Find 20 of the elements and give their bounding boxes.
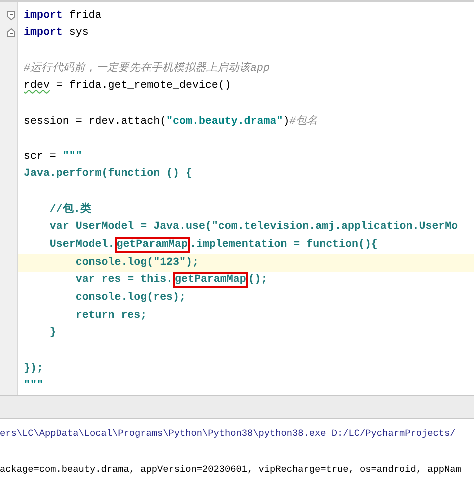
- code-line: //包.类: [48, 202, 92, 218]
- fold-icon[interactable]: [7, 10, 16, 21]
- code-line: UserModel. getParamMap .implementation = function(){: [48, 236, 379, 254]
- code-line: var UserModel = Java.use("com.television.amj.application.UserMo: [48, 220, 460, 236]
- code-line: import sys: [23, 26, 90, 42]
- code-line: console.log(res);: [74, 290, 187, 306]
- console-line: ers\LC\AppData\Local\Programs\Python\Python38\python38.exe D:/LC/PycharmProjects/: [0, 427, 457, 441]
- code-line: session = rdev.attach("com.beauty.drama")#包名: [23, 114, 320, 130]
- code-line: scr = """: [23, 150, 84, 165]
- console-line: ackage=com.beauty.drama, appVersion=20230601, vipRecharge=true, os=android, appNam: [0, 463, 462, 478]
- fold-icon[interactable]: [7, 28, 16, 38]
- code-line: return res;: [74, 308, 148, 324]
- code-line: import frida: [23, 8, 103, 24]
- code-line: }: [48, 326, 58, 342]
- code-line: });: [23, 362, 44, 377]
- code-line: rdev = frida.get_remote_device(): [23, 79, 232, 94]
- code-line: var res = this. getParamMap ();: [74, 272, 269, 290]
- code-line: Java.perform(function () {: [23, 167, 194, 182]
- code-line: #运行代码前，一定要先在手机模拟器上启动该app: [23, 61, 271, 77]
- code-line: """: [23, 379, 44, 394]
